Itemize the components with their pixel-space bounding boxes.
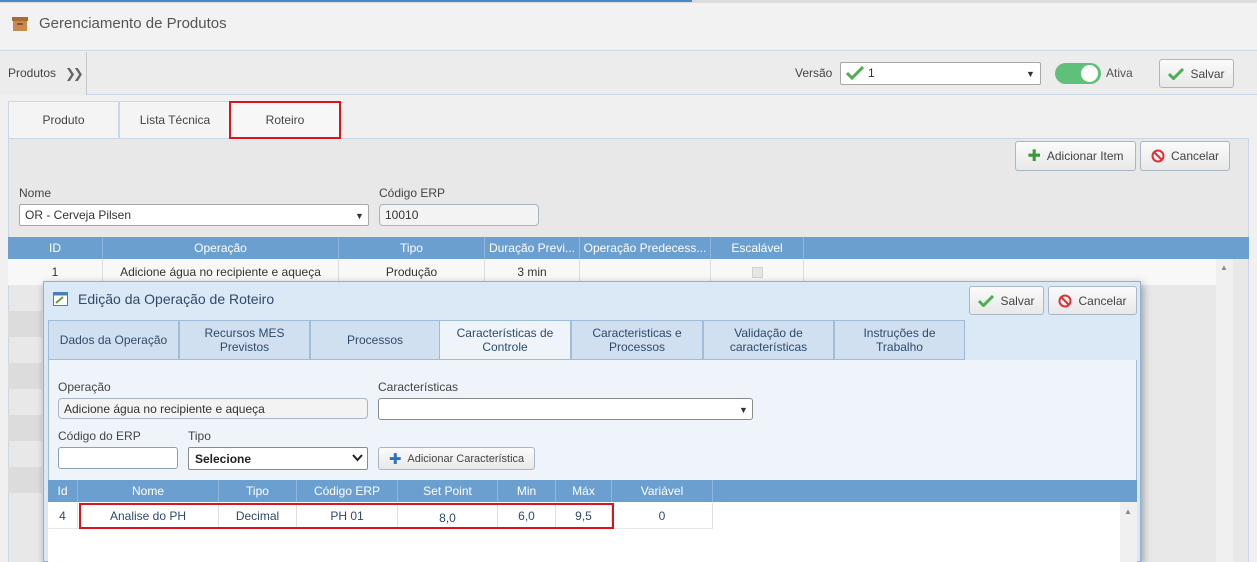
caracteristicas-select[interactable] [378,398,753,420]
tab-label: Caracteristicas e Processos [592,326,682,354]
cancel-icon [1151,149,1165,163]
chevron-down-icon: ▼ [355,211,364,221]
caracteristicas-label: Características [378,380,459,394]
box-icon [12,17,28,31]
tipo-label: Tipo [188,429,211,443]
edit-icon [53,292,68,306]
column-header[interactable]: Escalável [711,237,804,259]
operacao-field[interactable]: Adicione água no recipiente e aqueça [58,398,368,419]
chevron-down-icon: ▼ [1026,69,1035,79]
cell-variavel: 0 [612,503,713,529]
column-header[interactable]: Operação Predecess... [580,237,711,259]
tab-validacao[interactable]: Validação de características [703,320,834,360]
version-value: 1 [868,66,875,80]
cancel-icon [1058,294,1072,307]
cancel-button[interactable]: Cancelar [1140,141,1230,171]
version-label: Versão [795,66,833,80]
cell-id: 4 [48,503,78,529]
page-title: Gerenciamento de Produtos [39,15,227,32]
nome-select[interactable]: OR - Cerveja Pilsen [19,204,369,226]
tab-label: Produto [42,113,85,127]
codigo-do-erp-input[interactable] [58,447,178,469]
scroll-up-icon[interactable]: ▲ [1220,263,1228,272]
column-header[interactable]: Operação [103,237,339,259]
scroll-up-icon[interactable]: ▲ [1124,507,1132,516]
tab-label: Lista Técnica [139,113,211,127]
modal-cancel-label: Cancelar [1078,293,1127,308]
column-header[interactable]: Min [498,480,556,502]
row-highlight [79,503,614,529]
top-progress-stripe [0,0,692,2]
nome-value: OR - Cerveja Pilsen [25,208,132,222]
modal-cancel-button[interactable]: Cancelar [1048,286,1137,315]
tab-label: Recursos MES Previstos [204,326,285,354]
row-stripe [8,467,42,493]
active-label: Ativa [1106,66,1133,80]
check-icon [846,66,864,80]
tab-label: Características de Controle [456,326,554,354]
column-header[interactable]: Set Point [398,480,498,502]
column-header[interactable]: ID [8,237,103,259]
check-icon [1168,67,1185,80]
double-chevron-right-icon: ❯❯ [65,66,84,81]
cancel-label: Cancelar [1170,149,1220,163]
add-item-button[interactable]: ✚ Adicionar Item [1015,141,1136,171]
tab-dados-operacao[interactable]: Dados da Operação [48,320,179,360]
nome-label: Nome [19,186,52,200]
tab-label: Roteiro [265,113,305,127]
save-button[interactable]: Salvar [1159,59,1234,88]
tab-label: Validação de características [729,326,808,354]
grid-scrollbar[interactable] [1216,259,1233,562]
column-header[interactable]: Máx [556,480,612,502]
plus-icon: ✚ [388,450,402,468]
codigo-erp-field[interactable]: 10010 [379,204,539,226]
chevron-down-icon [352,454,363,462]
tab-instrucoes[interactable]: Instruções de Trabalho [834,320,965,360]
plus-icon: ✚ [1027,148,1041,165]
row-stripe [8,415,42,441]
add-item-label: Adicionar Item [1046,149,1124,163]
column-header[interactable]: Duração Previ... [485,237,580,259]
check-icon [978,294,995,307]
save-button-label: Salvar [1190,66,1225,81]
modal-save-button[interactable]: Salvar [969,286,1044,315]
row-stripe [8,311,42,337]
column-header[interactable]: Variável [612,480,713,502]
tab-produto[interactable]: Produto [8,101,119,138]
add-characteristic-label: Adicionar Característica [407,452,525,465]
modal-title: Edição da Operação de Roteiro [78,291,275,307]
column-header[interactable]: Nome [78,480,219,502]
tab-label: Dados da Operação [59,333,168,347]
codigo-erp-label: Código ERP [379,186,446,200]
modal-save-label: Salvar [1000,293,1035,308]
tab-label: Instruções de Trabalho [863,326,936,354]
operacao-label: Operação [58,380,111,394]
chevron-down-icon: ▼ [739,405,748,415]
column-header[interactable]: Id [48,480,78,502]
codigo-do-erp-label: Código do ERP [58,429,141,443]
column-header[interactable]: Código ERP [297,480,398,502]
tab-label: Processos [346,333,404,347]
checkbox-disabled [751,266,763,278]
tab-roteiro[interactable]: Roteiro [229,101,341,139]
tipo-select[interactable]: Selecione [188,447,368,470]
row-stripe [8,363,42,389]
codigo-erp-value: 10010 [385,208,419,222]
tab-caracteristicas-processos[interactable]: Caracteristicas e Processos [571,320,703,360]
tab-caracteristicas-controle[interactable]: Características de Controle [439,320,571,360]
column-header[interactable]: Tipo [219,480,297,502]
tab-lista-tecnica[interactable]: Lista Técnica [119,101,231,138]
add-characteristic-button[interactable]: ✚ Adicionar Característica [378,447,535,470]
tab-processos[interactable]: Processos [310,320,440,360]
breadcrumb-item-produtos[interactable]: Produtos [8,66,56,80]
column-header[interactable]: Tipo [339,237,485,259]
toggle-knob [1081,65,1098,82]
tipo-value: Selecione [195,451,252,466]
tab-recursos-mes[interactable]: Recursos MES Previstos [179,320,310,360]
operacao-value: Adicione água no recipiente e aqueça [64,401,265,416]
